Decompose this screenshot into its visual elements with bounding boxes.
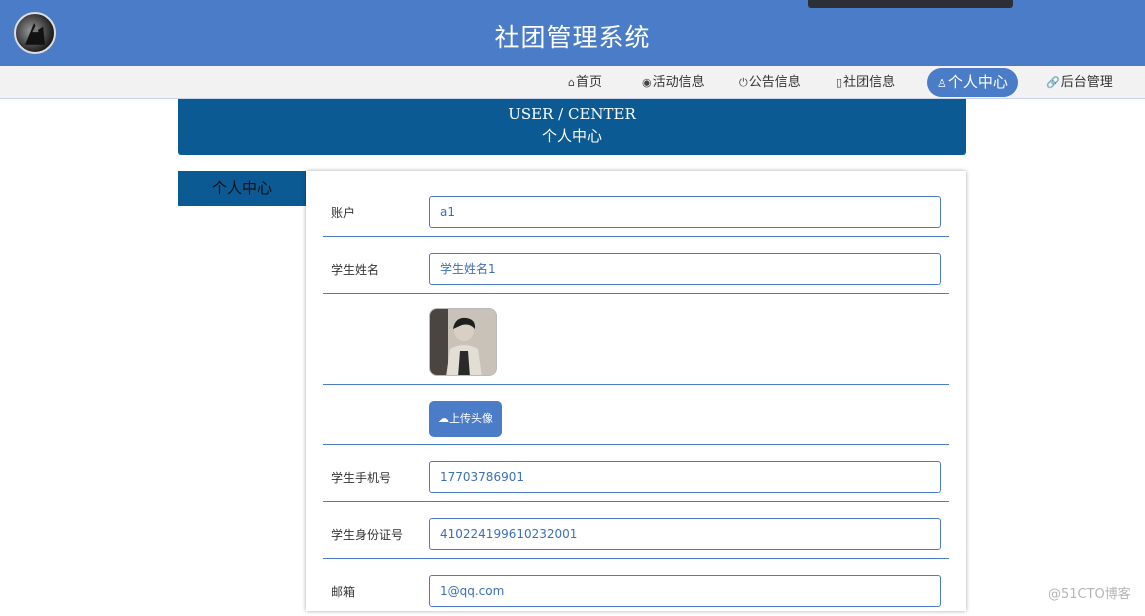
banner-title-en: USER / CENTER [508,105,636,123]
nav-announcement[interactable]: ⏻公告信息 [739,66,801,99]
name-label: 学生姓名 [331,263,380,277]
link-icon: 🔗 [1046,76,1060,89]
banner-title-cn: 个人中心 [541,127,602,145]
form-row-upload: ☁上传头像 [323,385,949,445]
main-nav: ⌂首页 ◉活动信息 ⏻公告信息 ▯社团信息 ♙个人中心 🔗后台管理 [0,66,1145,99]
account-input[interactable]: a1 [429,196,941,228]
account-label: 账户 [331,206,356,220]
email-input[interactable]: 1@qq.com [429,575,941,607]
avatar [429,308,497,376]
idcard-label: 学生身份证号 [331,528,404,542]
nav-user-center[interactable]: ♙个人中心 [927,68,1018,97]
phone-label: 学生手机号 [331,471,392,485]
form-row-avatar [323,294,949,385]
nav-club[interactable]: ▯社团信息 [836,66,895,99]
top-strip [808,0,1013,8]
activity-icon: ◉ [642,76,652,89]
profile-form-panel: 账户 a1 学生姓名 学生姓名1 ☁上传头像 学生手机号 17703786901… [306,171,966,611]
nav-activity[interactable]: ◉活动信息 [642,66,705,99]
form-row-idcard: 学生身份证号 410224199610232001 [323,502,949,559]
upload-avatar-button[interactable]: ☁上传头像 [429,401,502,437]
email-label: 邮箱 [331,585,356,599]
idcard-input[interactable]: 410224199610232001 [429,518,941,550]
user-icon: ♙ [937,77,947,90]
name-input[interactable]: 学生姓名1 [429,253,941,285]
top-header: 社团管理系统 [0,0,1145,66]
form-row-phone: 学生手机号 17703786901 [323,445,949,502]
sidebar-item-user-center[interactable]: 个人中心 [178,171,306,206]
form-row-account: 账户 a1 [323,179,949,237]
power-icon: ⏻ [739,76,748,89]
form-row-name: 学生姓名 学生姓名1 [323,237,949,294]
cloud-upload-icon: ☁ [438,412,449,425]
nav-admin[interactable]: 🔗后台管理 [1046,66,1113,99]
page-banner: USER / CENTER 个人中心 [178,99,966,155]
site-title: 社团管理系统 [494,23,651,52]
nav-home[interactable]: ⌂首页 [568,66,602,99]
phone-input[interactable]: 17703786901 [429,461,941,493]
note-icon: ▯ [836,76,843,89]
form-row-email: 邮箱 1@qq.com [323,559,949,616]
watermark: @51CTO博客 [1048,587,1131,602]
home-icon: ⌂ [568,76,575,89]
